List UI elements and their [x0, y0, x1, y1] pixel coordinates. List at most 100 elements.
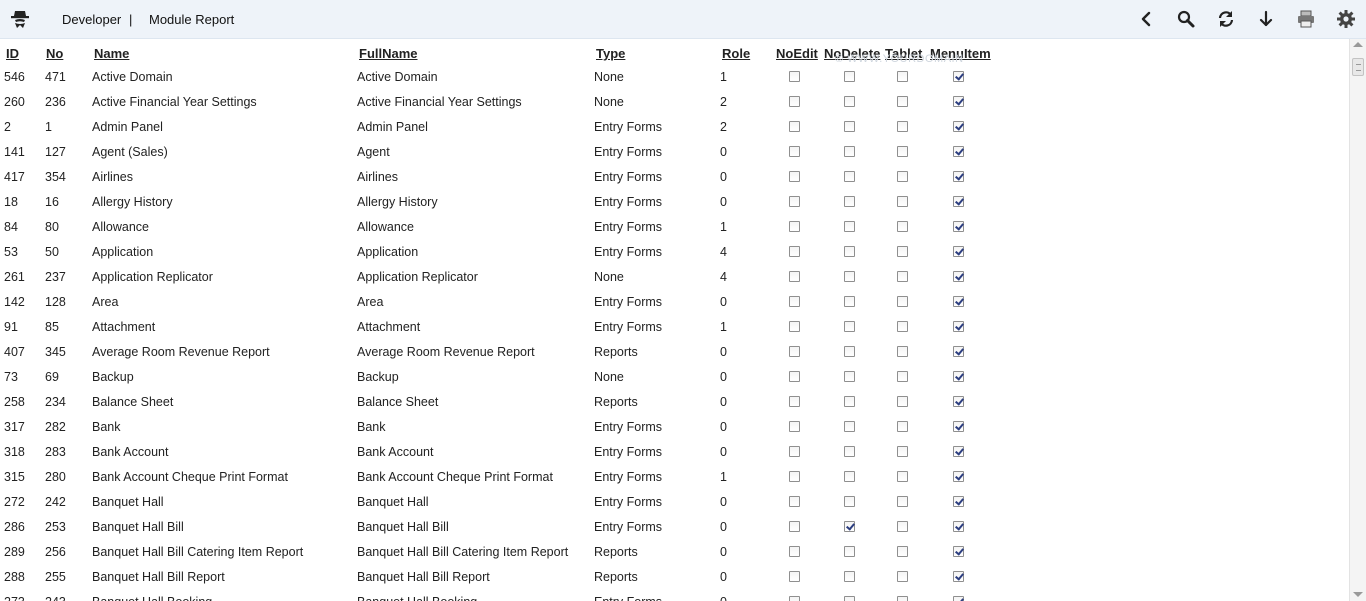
table-row[interactable]: 260 236 Active Financial Year Settings Acti…: [0, 90, 1349, 115]
nodelete-checkbox[interactable]: [844, 196, 855, 207]
tablet-checkbox[interactable]: [897, 521, 908, 532]
tablet-checkbox[interactable]: [897, 121, 908, 132]
noedit-checkbox[interactable]: [789, 146, 800, 157]
tablet-checkbox[interactable]: [897, 471, 908, 482]
column-header-fullname[interactable]: FullName: [359, 46, 418, 61]
tablet-checkbox[interactable]: [897, 171, 908, 182]
table-row[interactable]: 546 471 Active Domain Active Domain None 1: [0, 65, 1349, 90]
menuitem-checkbox[interactable]: [953, 296, 964, 307]
tablet-checkbox[interactable]: [897, 221, 908, 232]
menuitem-checkbox[interactable]: [953, 571, 964, 582]
noedit-checkbox[interactable]: [789, 446, 800, 457]
nodelete-checkbox[interactable]: [844, 96, 855, 107]
table-row[interactable]: 73 69 Backup Backup None 0: [0, 365, 1349, 390]
tablet-checkbox[interactable]: [897, 146, 908, 157]
spy-hat-icon[interactable]: [9, 8, 31, 30]
nodelete-checkbox[interactable]: [844, 396, 855, 407]
menuitem-checkbox[interactable]: [953, 521, 964, 532]
menuitem-checkbox[interactable]: [953, 446, 964, 457]
tablet-checkbox[interactable]: [897, 571, 908, 582]
nodelete-checkbox[interactable]: [844, 471, 855, 482]
table-row[interactable]: 286 253 Banquet Hall Bill Banquet Hall Bill…: [0, 515, 1349, 540]
noedit-checkbox[interactable]: [789, 346, 800, 357]
column-header-name[interactable]: Name: [94, 46, 129, 61]
nodelete-checkbox[interactable]: [844, 271, 855, 282]
print-icon[interactable]: [1296, 9, 1316, 29]
nodelete-checkbox[interactable]: [844, 521, 855, 532]
nodelete-checkbox[interactable]: [844, 221, 855, 232]
menuitem-checkbox[interactable]: [953, 546, 964, 557]
menuitem-checkbox[interactable]: [953, 196, 964, 207]
menuitem-checkbox[interactable]: [953, 221, 964, 232]
scroll-down-arrow-icon[interactable]: [1353, 592, 1363, 597]
nodelete-checkbox[interactable]: [844, 446, 855, 457]
nodelete-checkbox[interactable]: [844, 371, 855, 382]
nodelete-checkbox[interactable]: [844, 71, 855, 82]
column-header-tablet[interactable]: Tablet: [885, 46, 922, 61]
table-row[interactable]: 288 255 Banquet Hall Bill Report Banquet Ha…: [0, 565, 1349, 590]
nodelete-checkbox[interactable]: [844, 421, 855, 432]
column-header-menuitem[interactable]: MenuItem: [930, 46, 991, 61]
scroll-thumb[interactable]: [1352, 58, 1364, 76]
menuitem-checkbox[interactable]: [953, 471, 964, 482]
download-icon[interactable]: [1256, 9, 1276, 29]
breadcrumb-developer[interactable]: Developer: [62, 12, 121, 27]
menuitem-checkbox[interactable]: [953, 321, 964, 332]
table-row[interactable]: 272 242 Banquet Hall Banquet Hall Entry Form…: [0, 490, 1349, 515]
noedit-checkbox[interactable]: [789, 496, 800, 507]
nodelete-checkbox[interactable]: [844, 296, 855, 307]
noedit-checkbox[interactable]: [789, 96, 800, 107]
table-row[interactable]: 91 85 Attachment Attachment Entry Forms 1: [0, 315, 1349, 340]
table-row[interactable]: 315 280 Bank Account Cheque Print Format Ba…: [0, 465, 1349, 490]
tablet-checkbox[interactable]: [897, 96, 908, 107]
noedit-checkbox[interactable]: [789, 71, 800, 82]
noedit-checkbox[interactable]: [789, 246, 800, 257]
table-row[interactable]: 84 80 Allowance Allowance Entry Forms 1: [0, 215, 1349, 240]
table-row[interactable]: 258 234 Balance Sheet Balance Sheet Reports 0: [0, 390, 1349, 415]
noedit-checkbox[interactable]: [789, 571, 800, 582]
table-row[interactable]: 141 127 Agent (Sales) Agent Entry Forms 0: [0, 140, 1349, 165]
nodelete-checkbox[interactable]: [844, 546, 855, 557]
tablet-checkbox[interactable]: [897, 371, 908, 382]
table-row[interactable]: 18 16 Allergy History Allergy History Entry …: [0, 190, 1349, 215]
table-row[interactable]: 407 345 Average Room Revenue Report Average…: [0, 340, 1349, 365]
table-row[interactable]: 318 283 Bank Account Bank Account Entry Form…: [0, 440, 1349, 465]
noedit-checkbox[interactable]: [789, 371, 800, 382]
back-icon[interactable]: [1136, 9, 1156, 29]
column-header-nodelete[interactable]: NoDelete: [824, 46, 880, 61]
menuitem-checkbox[interactable]: [953, 121, 964, 132]
table-row[interactable]: 289 256 Banquet Hall Bill Catering Item Re…: [0, 540, 1349, 565]
settings-icon[interactable]: [1336, 9, 1356, 29]
menuitem-checkbox[interactable]: [953, 171, 964, 182]
column-header-type[interactable]: Type: [596, 46, 625, 61]
table-row[interactable]: 417 354 Airlines Airlines Entry Forms 0: [0, 165, 1349, 190]
noedit-checkbox[interactable]: [789, 296, 800, 307]
menuitem-checkbox[interactable]: [953, 596, 964, 601]
tablet-checkbox[interactable]: [897, 321, 908, 332]
table-row[interactable]: 261 237 Application Replicator Application …: [0, 265, 1349, 290]
menuitem-checkbox[interactable]: [953, 396, 964, 407]
noedit-checkbox[interactable]: [789, 196, 800, 207]
nodelete-checkbox[interactable]: [844, 246, 855, 257]
menuitem-checkbox[interactable]: [953, 421, 964, 432]
search-icon[interactable]: [1176, 9, 1196, 29]
tablet-checkbox[interactable]: [897, 546, 908, 557]
nodelete-checkbox[interactable]: [844, 571, 855, 582]
tablet-checkbox[interactable]: [897, 446, 908, 457]
scroll-up-arrow-icon[interactable]: [1353, 42, 1363, 47]
noedit-checkbox[interactable]: [789, 121, 800, 132]
noedit-checkbox[interactable]: [789, 396, 800, 407]
noedit-checkbox[interactable]: [789, 471, 800, 482]
vertical-scrollbar[interactable]: [1349, 39, 1366, 601]
menuitem-checkbox[interactable]: [953, 496, 964, 507]
tablet-checkbox[interactable]: [897, 396, 908, 407]
noedit-checkbox[interactable]: [789, 546, 800, 557]
tablet-checkbox[interactable]: [897, 71, 908, 82]
nodelete-checkbox[interactable]: [844, 496, 855, 507]
menuitem-checkbox[interactable]: [953, 146, 964, 157]
noedit-checkbox[interactable]: [789, 421, 800, 432]
column-header-noedit[interactable]: NoEdit: [776, 46, 818, 61]
nodelete-checkbox[interactable]: [844, 321, 855, 332]
noedit-checkbox[interactable]: [789, 596, 800, 601]
nodelete-checkbox[interactable]: [844, 121, 855, 132]
